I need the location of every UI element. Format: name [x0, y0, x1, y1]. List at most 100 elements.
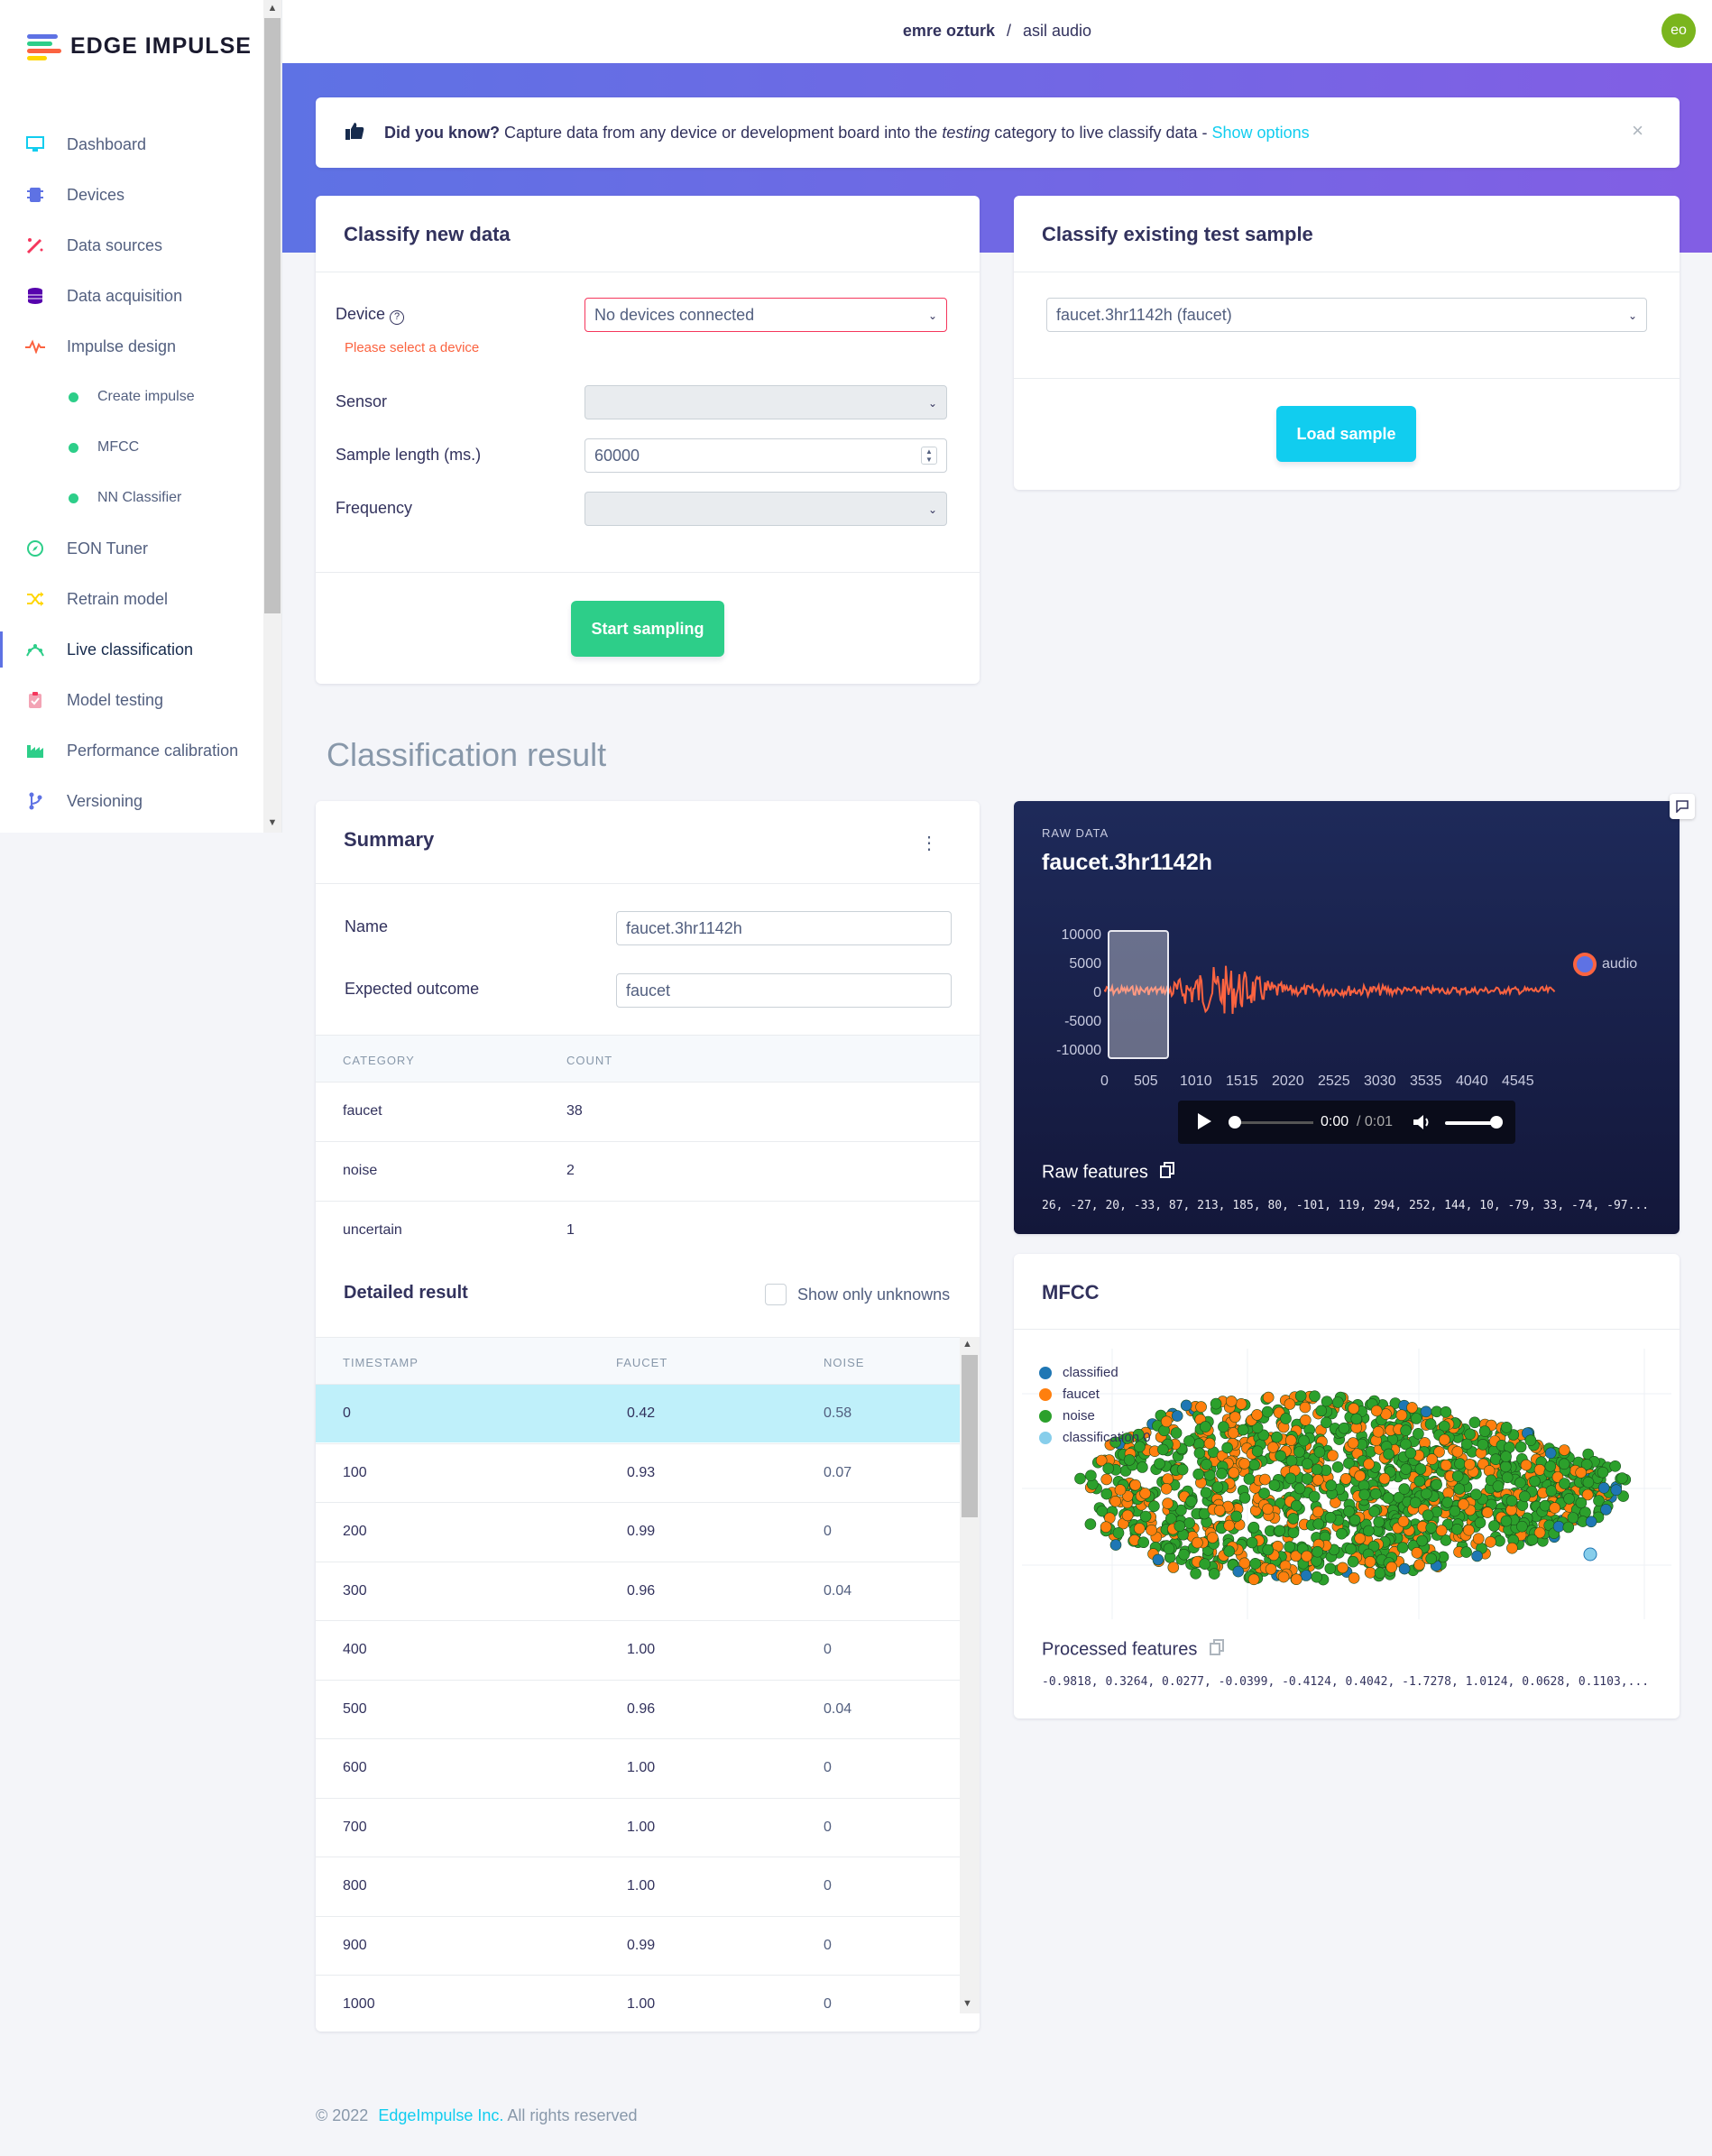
volume-slider[interactable]: [1445, 1121, 1496, 1125]
scatter-point: [1558, 1444, 1570, 1456]
table-row[interactable]: 400 1.00 0: [316, 1620, 960, 1679]
sidebar-item-model-testing[interactable]: Model testing: [0, 682, 264, 718]
volume-icon[interactable]: [1413, 1113, 1432, 1136]
sidebar-item-nn-classifier[interactable]: NN Classifier: [0, 480, 264, 516]
table-row[interactable]: 100 0.93 0.07: [316, 1442, 960, 1502]
table-row[interactable]: 500 0.96 0.04: [316, 1679, 960, 1738]
scatter-point: [1345, 1543, 1357, 1555]
help-icon[interactable]: ?: [390, 310, 405, 325]
breadcrumb-user[interactable]: emre ozturk: [903, 22, 995, 40]
logo[interactable]: EDGE IMPULSE: [27, 32, 252, 60]
sidebar-item-live-classification[interactable]: Live classification: [0, 631, 264, 668]
timestamp-cell: 1000: [343, 1996, 375, 2012]
scatter-point: [1575, 1467, 1588, 1479]
legend-item-classification-0[interactable]: classification 0: [1039, 1427, 1151, 1449]
frequency-select[interactable]: ⌄: [584, 492, 947, 526]
scatter-point: [1370, 1405, 1383, 1417]
sidebar-item-eon-tuner[interactable]: EON Tuner: [0, 530, 264, 567]
scatter-point: [1266, 1442, 1279, 1453]
sidebar-item-data-acquisition[interactable]: Data acquisition: [0, 278, 264, 314]
scatter-point: [1300, 1570, 1312, 1581]
sidebar-item-data-sources[interactable]: Data sources: [0, 227, 264, 263]
table-row[interactable]: 0 0.42 0.58: [316, 1384, 960, 1442]
legend-item-noise[interactable]: noise: [1039, 1405, 1151, 1427]
scatter-point: [1299, 1414, 1312, 1426]
sidebar-item-impulse-design[interactable]: Impulse design: [0, 328, 264, 364]
sidebar-item-retrain-model[interactable]: Retrain model: [0, 581, 264, 617]
legend-item-faucet[interactable]: faucet: [1039, 1384, 1151, 1405]
scatter-point: [1406, 1402, 1418, 1414]
sidebar-item-versioning[interactable]: Versioning: [0, 783, 264, 819]
seek-handle[interactable]: [1229, 1116, 1241, 1129]
chevron-down-icon: ⌄: [1627, 309, 1637, 322]
scatter-point: [1210, 1397, 1222, 1410]
scroll-down-arrow-icon[interactable]: ▼: [266, 816, 279, 829]
table-row[interactable]: 300 0.96 0.04: [316, 1561, 960, 1620]
start-sampling-button[interactable]: Start sampling: [571, 601, 724, 657]
scroll-up-arrow-icon[interactable]: ▲: [962, 1339, 972, 1350]
sidebar-item-dashboard[interactable]: Dashboard: [0, 126, 264, 162]
sidebar-item-devices[interactable]: Devices: [0, 177, 264, 213]
y-tick: -10000: [1056, 1043, 1101, 1058]
window-selector[interactable]: [1108, 930, 1169, 1059]
scatter-point: [1123, 1454, 1136, 1466]
table-row[interactable]: 800 1.00 0: [316, 1857, 960, 1915]
more-menu-icon[interactable]: ⋮: [920, 832, 938, 854]
avatar[interactable]: eo: [1661, 14, 1696, 48]
table-row[interactable]: 600 1.00 0: [316, 1738, 960, 1797]
sensor-select[interactable]: ⌄: [584, 385, 947, 419]
table-row[interactable]: 700 1.00 0: [316, 1797, 960, 1857]
volume-handle[interactable]: [1490, 1116, 1503, 1129]
expected-outcome-field[interactable]: faucet: [616, 973, 952, 1008]
live-icon: [25, 640, 45, 659]
sidebar-scrollbar[interactable]: ▲ ▼: [263, 0, 281, 833]
scatter-point: [1228, 1467, 1240, 1479]
scatter-point: [1211, 1481, 1224, 1493]
table-row[interactable]: 1000 1.00 0: [316, 1975, 960, 2033]
scatter-point: [1519, 1490, 1531, 1503]
close-icon[interactable]: ×: [1632, 119, 1643, 143]
scatter-point: [1293, 1446, 1305, 1458]
legend-item-classified[interactable]: classified: [1039, 1362, 1151, 1384]
stepper-icon[interactable]: ▲ ▼: [921, 447, 937, 465]
sidebar-scrollbar-thumb[interactable]: [264, 18, 281, 613]
scroll-up-arrow-icon[interactable]: ▲: [266, 2, 279, 14]
test-sample-select[interactable]: faucet.3hr1142h (faucet) ⌄: [1046, 298, 1647, 332]
scatter-point: [1348, 1403, 1360, 1414]
scatter-point: [1488, 1520, 1500, 1532]
table-row[interactable]: 200 0.99 0: [316, 1502, 960, 1561]
sidebar-item-create-impulse[interactable]: Create impulse: [0, 379, 264, 415]
scatter-point: [1413, 1428, 1424, 1440]
play-icon[interactable]: [1196, 1112, 1212, 1135]
name-field[interactable]: faucet.3hr1142h: [616, 911, 952, 945]
checkbox[interactable]: [765, 1284, 787, 1305]
scatter-point: [1500, 1451, 1512, 1462]
sidebar-item-performance-calibration[interactable]: Performance calibration: [0, 732, 264, 769]
sample-length-input[interactable]: 60000 ▲ ▼: [584, 438, 947, 473]
sidebar-item-mfcc[interactable]: MFCC: [0, 429, 264, 465]
scatter-point: [1464, 1459, 1476, 1470]
load-sample-button[interactable]: Load sample: [1276, 406, 1416, 462]
copy-icon[interactable]: [1209, 1639, 1224, 1661]
table-scrollbar[interactable]: ▲ ▼: [960, 1337, 980, 2013]
show-options-link[interactable]: Show options: [1212, 124, 1310, 142]
breadcrumb-project[interactable]: asil audio: [1023, 22, 1091, 40]
show-only-unknowns[interactable]: Show only unknowns: [765, 1284, 950, 1305]
x-tick: 2525: [1318, 1073, 1350, 1089]
scatter-point: [1544, 1460, 1557, 1472]
table-row[interactable]: 900 0.99 0: [316, 1915, 960, 1975]
feedback-icon[interactable]: [1670, 794, 1695, 819]
clipboard-icon: [25, 690, 45, 710]
branch-icon: [25, 791, 45, 811]
scroll-down-arrow-icon[interactable]: ▼: [962, 1998, 972, 2009]
seek-track[interactable]: [1232, 1121, 1313, 1124]
scatter-point: [1311, 1463, 1323, 1476]
table-scrollbar-thumb[interactable]: [962, 1355, 978, 1517]
scatter-point: [1567, 1512, 1579, 1524]
footer-company-link[interactable]: EdgeImpulse Inc.: [378, 2106, 503, 2124]
scatter-point: [1468, 1416, 1481, 1429]
tip-text-after: category to live classify data -: [994, 123, 1208, 142]
copy-icon[interactable]: [1160, 1162, 1175, 1184]
device-select[interactable]: No devices connected ⌄: [584, 298, 947, 332]
scatter-point: [1216, 1468, 1228, 1479]
